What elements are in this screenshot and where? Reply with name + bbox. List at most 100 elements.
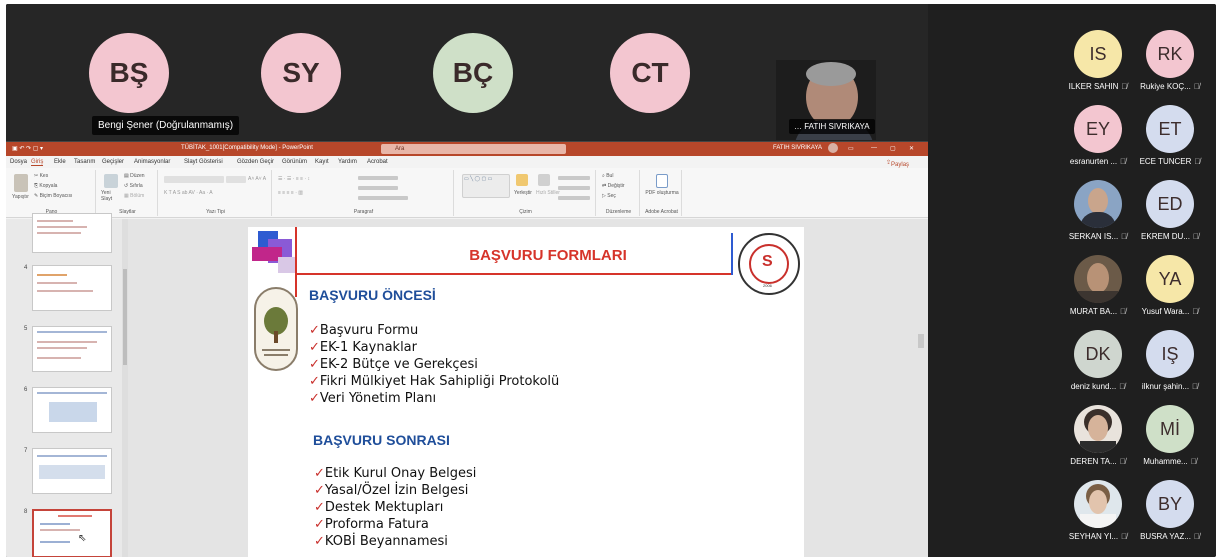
align-text[interactable] (358, 186, 398, 190)
tab-ekle[interactable]: Ekle (54, 159, 66, 165)
tab-giris[interactable]: Giriş (31, 159, 44, 166)
minimize-icon[interactable]: — (871, 145, 877, 151)
participant-photo (1074, 405, 1122, 453)
ppt-search[interactable]: Ara (381, 144, 566, 154)
tab-slayt-gosterisi[interactable]: Slayt Gösterisi (184, 159, 223, 165)
slide-thumbnail[interactable] (32, 387, 112, 433)
slide-thumbnail-selected[interactable]: ⇖ (32, 509, 112, 557)
participant-tile[interactable]: BY BUSRA YAZ... 🎙̸ (1128, 480, 1212, 546)
tab-gorunum[interactable]: Görünüm (282, 159, 307, 165)
check-icon: ✓ (309, 357, 320, 372)
avatar-initials: BŞ (109, 57, 149, 88)
group-label: Adobe Acrobat (645, 209, 678, 215)
shape-fill[interactable] (558, 176, 590, 180)
tab-animasyonlar[interactable]: Animasyonlar (134, 159, 170, 165)
quick-styles-icon[interactable] (538, 174, 550, 186)
thumb-line (37, 331, 107, 333)
copy-button[interactable]: ⎘ Kopyala (34, 183, 57, 189)
smartart-convert[interactable] (358, 196, 408, 200)
font-size-box[interactable] (226, 176, 246, 183)
slide-thumbnail[interactable] (32, 265, 112, 311)
align-icons[interactable]: ≡ ≡ ≡ ≡ · ▥ (278, 190, 303, 196)
paste-icon[interactable] (14, 174, 28, 192)
cut-button[interactable]: ✂ Kes (34, 173, 48, 179)
participant-avatar: ED (1146, 180, 1194, 228)
text-direction[interactable] (358, 176, 398, 180)
tab-tasarim[interactable]: Tasarım (74, 159, 95, 165)
participant-avatar[interactable]: BÇ (433, 33, 513, 113)
participant-avatar[interactable]: SY (261, 33, 341, 113)
shape-effects[interactable] (558, 196, 590, 200)
tab-acrobat[interactable]: Acrobat (367, 159, 388, 165)
close-icon[interactable]: ✕ (909, 145, 914, 152)
mouse-cursor-icon: ⇖ (78, 533, 87, 544)
layout-button[interactable]: ▤ Düzen (124, 173, 145, 179)
logo-text-line (264, 354, 288, 356)
share-button[interactable]: ⇪ Paylaş (886, 159, 909, 168)
participant-tile[interactable]: ET ECE TUNCER 🎙̸ (1128, 105, 1212, 171)
replace-button[interactable]: ⇄ Değiştir (602, 183, 625, 189)
slide-number: 5 (24, 326, 28, 332)
participant-tile[interactable]: IŞ ilknur şahin... 🎙̸ (1128, 330, 1212, 396)
mic-off-icon: 🎙̸ (1193, 82, 1200, 91)
quick-access-icons[interactable]: ▣ ↶ ↷ ▢ ▾ (12, 145, 43, 152)
face (1088, 415, 1108, 441)
participant-tile[interactable]: YA Yusuf Wara... 🎙̸ (1128, 255, 1212, 321)
create-pdf-label[interactable]: PDF oluşturma (644, 190, 680, 196)
arrange-label[interactable]: Yerleştir (514, 190, 532, 196)
quick-styles-label[interactable]: Hızlı Stiller (536, 190, 560, 196)
find-button[interactable]: ⌕ Bul (602, 173, 613, 179)
logo-text-line (262, 349, 290, 351)
shape-outline[interactable] (558, 186, 590, 190)
ribbon-display-icon[interactable]: ▭ (848, 145, 854, 152)
avatar-initials: RK (1157, 43, 1183, 64)
new-slide-icon[interactable] (104, 174, 118, 188)
user-avatar[interactable] (828, 143, 838, 153)
participant-tile[interactable]: ED EKREM DU... 🎙̸ (1128, 180, 1212, 246)
list-icons[interactable]: ☰ · ☰ · ≡ ≡ · ↕ (278, 176, 310, 182)
window-title: TÜBİTAK_1001[Compatibility Mode] - Power… (181, 145, 313, 151)
tab-gecisler[interactable]: Geçişler (102, 159, 124, 165)
select-button[interactable]: ▷ Seç (602, 193, 616, 199)
participant-name: deniz kund... (1070, 382, 1117, 391)
participant-tile[interactable]: Mİ Muhamme... 🎙̸ (1128, 405, 1212, 471)
section-button[interactable]: ▦ Bölüm (124, 193, 144, 199)
list-item: ✓Veri Yönetim Planı (309, 390, 559, 407)
canvas-scroll-thumb[interactable] (918, 334, 924, 348)
maximize-icon[interactable]: ▢ (890, 145, 896, 152)
participant-name-row: ECE TUNCER 🎙̸ (1128, 157, 1212, 166)
check-icon: ✓ (314, 500, 325, 515)
font-grow-icon[interactable]: A˄ A˅ A (248, 176, 266, 182)
participant-avatar[interactable]: BŞ (89, 33, 169, 113)
slide-number: 6 (24, 387, 28, 393)
participant-avatar: EY (1074, 105, 1122, 153)
arrange-icon[interactable] (516, 174, 528, 186)
item-text: EK-2 Bütçe ve Gerekçesi (319, 357, 478, 372)
pdf-icon[interactable] (656, 174, 668, 188)
scroll-thumb[interactable] (123, 269, 127, 365)
reset-button[interactable]: ↺ Sıfırla (124, 183, 143, 189)
tab-kayit[interactable]: Kayıt (315, 159, 329, 165)
participant-avatar[interactable]: CT (610, 33, 690, 113)
slide-thumbnail[interactable] (32, 448, 112, 494)
participant-tile[interactable]: RK Rukiye KOÇ... 🎙̸ (1128, 30, 1212, 96)
slide-thumbnail[interactable] (32, 326, 112, 372)
ribbon: Yapıştır ✂ Kes ⎘ Kopyala ✎ Biçim Boyacıs… (6, 168, 928, 218)
item-text: KOBİ Beyannamesi (324, 534, 448, 549)
tab-yardim[interactable]: Yardım (338, 159, 357, 165)
thumb-line (37, 226, 87, 228)
participant-name: ILKER SAHIN (1068, 82, 1119, 91)
shapes-icon: ▭ ╲ ◯ ▢ ▭ (464, 176, 493, 182)
participant-name: SEYHAN YI... (1068, 532, 1119, 541)
font-style-icons[interactable]: K T A S ab AV · Aa · A (164, 190, 213, 196)
paste-label[interactable]: Yapıştır (12, 194, 29, 200)
participant-name: ilknur şahin... (1141, 382, 1190, 391)
new-slide-label[interactable]: Yeni Slayt (101, 190, 123, 202)
format-painter-button[interactable]: ✎ Biçim Boyacısı (34, 193, 72, 199)
tab-dosya[interactable]: Dosya (10, 159, 27, 165)
font-name-box[interactable] (164, 176, 224, 183)
slide-thumbnail[interactable] (32, 213, 112, 253)
tab-gozden-gecir[interactable]: Gözden Geçir (237, 159, 274, 165)
participant-name: Yusuf Wara... (1141, 307, 1190, 316)
slide-number: 7 (24, 448, 28, 454)
